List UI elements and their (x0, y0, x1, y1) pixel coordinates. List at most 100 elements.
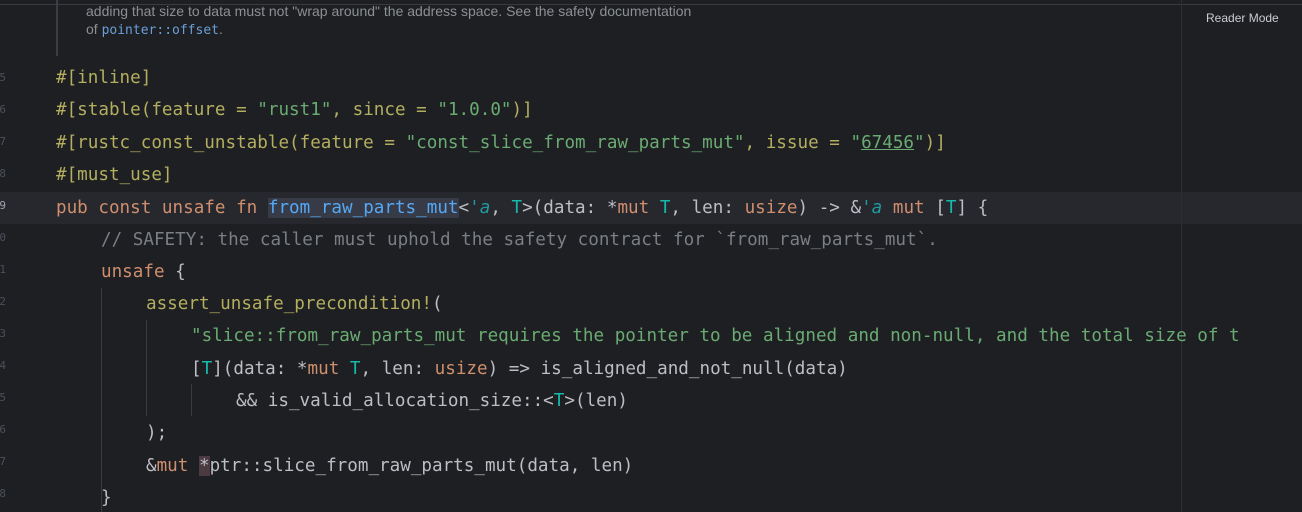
punct: ); (146, 423, 168, 443)
expression: ) => is_aligned_and_not_null(data) (487, 359, 848, 379)
function-name[interactable]: from_raw_parts_mut (267, 198, 459, 218)
punct: : * (585, 198, 618, 218)
string-literal: "slice::from_raw_parts_mut requires the … (191, 326, 1240, 346)
doc-link-pointer-offset[interactable]: pointer::offset (102, 23, 219, 38)
line-number: 6 (0, 423, 6, 436)
punct: ] { (956, 198, 989, 218)
line-number: 8 (0, 487, 6, 500)
param: len (381, 359, 414, 379)
punct: < (458, 198, 470, 218)
param: data (233, 359, 276, 379)
punct: } (101, 488, 112, 508)
punct: , (490, 198, 512, 218)
string-literal: "rust1" (257, 100, 332, 120)
code-editor[interactable]: 5 6 7 8 9 0 1 2 3 4 5 6 7 8 Reader Mode … (0, 0, 1302, 512)
right-margin-guide (1181, 0, 1182, 512)
punct: ( (432, 294, 443, 314)
expression: ptr::slice_from_raw_parts_mut(data, len) (209, 456, 634, 476)
code-line-safety-comment[interactable]: // SAFETY: the caller must uphold the sa… (101, 224, 938, 256)
code-line-macro-message[interactable]: "slice::from_raw_parts_mut requires the … (191, 320, 1240, 352)
unsafe-deref: * (198, 456, 210, 476)
line-number: 0 (0, 231, 6, 244)
code-line-macro-call[interactable]: assert_unsafe_precondition!( (146, 288, 443, 320)
param: data (543, 198, 586, 218)
attribute: #[must_use] (56, 165, 173, 185)
string-literal: " (850, 133, 862, 153)
keyword: mut (307, 359, 340, 379)
line-number: 1 (0, 263, 6, 276)
keyword: unsafe (101, 262, 165, 282)
code-line-unsafe-block[interactable]: unsafe { (101, 256, 186, 288)
punct (188, 456, 199, 476)
punct: : (723, 198, 745, 218)
keyword: mut (892, 198, 925, 218)
indent-guide (101, 288, 102, 512)
line-number: 8 (0, 167, 6, 180)
code-line-macro-arm[interactable]: [T](data: *mut T, len: usize) => is_alig… (191, 353, 848, 385)
punct: & (146, 456, 157, 476)
attribute-part: )] (511, 100, 533, 120)
string-literal: " (914, 133, 925, 153)
punct (882, 198, 893, 218)
code-line-rustc-const-unstable[interactable]: #[rustc_const_unstable(feature = "const_… (56, 127, 946, 159)
type-param: T (659, 198, 671, 218)
line-number: 6 (0, 103, 6, 116)
type-param: T (945, 198, 957, 218)
attribute-part: , issue = (744, 133, 851, 153)
line-comment: // SAFETY: the caller must uphold the sa… (101, 230, 938, 250)
attribute-part: #[stable(feature = (56, 100, 258, 120)
code-line-stable[interactable]: #[stable(feature = "rust1", since = "1.0… (56, 94, 533, 126)
punct: : * (275, 359, 308, 379)
line-number-current: 9 (0, 199, 6, 212)
line-number: 5 (0, 71, 6, 84)
doc-text: of (86, 21, 102, 37)
keyword: mut (156, 456, 189, 476)
string-literal: "1.0.0" (437, 100, 512, 120)
param: len (691, 198, 724, 218)
issue-link[interactable]: 67456 (861, 133, 914, 153)
line-number: 7 (0, 455, 6, 468)
code-line-fn-signature[interactable]: pub const unsafe fn from_raw_parts_mut<'… (56, 192, 988, 224)
code-line-must-use[interactable]: #[must_use] (56, 159, 173, 191)
string-literal: "const_slice_from_raw_parts_mut" (405, 133, 745, 153)
code-line-and-condition[interactable]: && is_valid_allocation_size::<T>(len) (236, 385, 628, 417)
type-param: T (201, 359, 213, 379)
punct: ]( (212, 359, 234, 379)
punct: >( (522, 198, 544, 218)
indent-guide (191, 384, 192, 416)
line-number: 5 (0, 391, 6, 404)
line-number: 3 (0, 327, 6, 340)
primitive-type: usize (744, 198, 798, 218)
line-number: 7 (0, 135, 6, 148)
doc-comment-line: adding that size to data must not "wrap … (86, 3, 692, 19)
type-param: T (511, 198, 523, 218)
doc-comment-line: of pointer::offset. (86, 21, 223, 38)
lifetime: 'a (469, 198, 491, 218)
macro-name[interactable]: assert_unsafe_precondition! (146, 294, 432, 314)
punct: [ (924, 198, 946, 218)
attribute-part: #[rustc_const_unstable(feature = (56, 133, 406, 153)
code-line-return-expr[interactable]: &mut *ptr::slice_from_raw_parts_mut(data… (146, 450, 633, 482)
line-number-gutter[interactable]: 5 6 7 8 9 0 1 2 3 4 5 6 7 8 (0, 0, 14, 512)
code-line-inline[interactable]: #[inline] (56, 62, 151, 94)
line-number: 4 (0, 359, 6, 372)
punct (649, 198, 660, 218)
type-param: T (349, 359, 361, 379)
code-line-close-brace[interactable]: } (101, 482, 112, 512)
reader-mode-button[interactable]: Reader Mode (1200, 10, 1285, 26)
punct: ) -> & (797, 198, 862, 218)
doc-comment-bar (56, 0, 58, 56)
expression: >(len) (564, 391, 628, 411)
lifetime: 'a (861, 198, 883, 218)
code-line-close-paren[interactable]: ); (146, 417, 167, 449)
indent-guide (146, 320, 147, 416)
attribute-part: , since = (331, 100, 438, 120)
keyword: pub const unsafe fn (56, 198, 268, 218)
punct: , (670, 198, 692, 218)
attribute: #[inline] (56, 68, 152, 88)
attribute-part: )] (924, 133, 946, 153)
punct: { (164, 262, 186, 282)
expression: && is_valid_allocation_size::< (236, 391, 554, 411)
punct: : (413, 359, 435, 379)
punct: [ (191, 359, 202, 379)
